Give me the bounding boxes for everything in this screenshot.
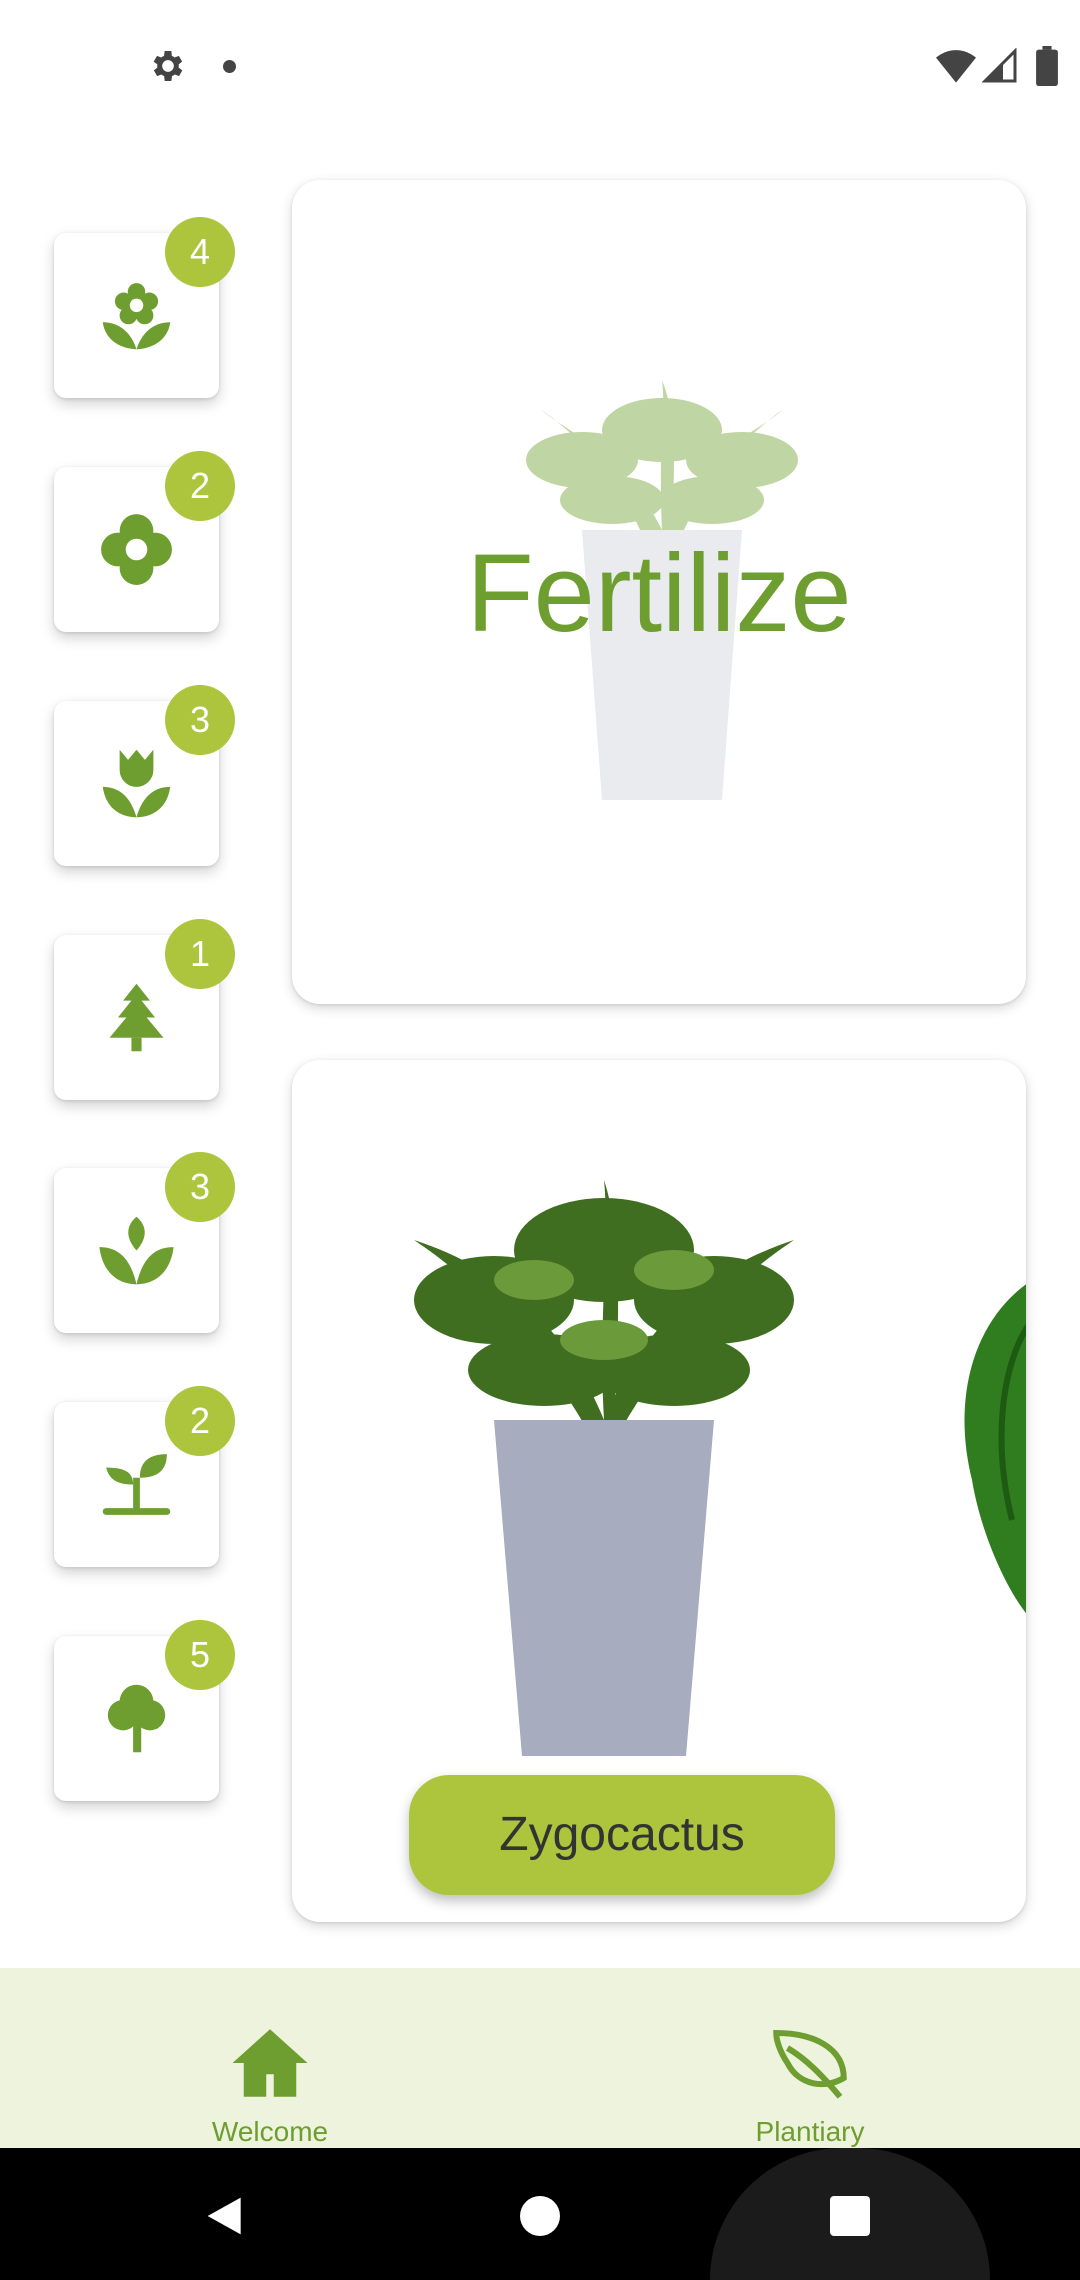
- category-count-badge: 3: [165, 1152, 235, 1222]
- nav-label-plantiary: Plantiary: [755, 2116, 865, 2147]
- potted-plant-image: [414, 1180, 794, 1756]
- leaf-icon: [773, 2029, 847, 2099]
- nav-item-plantiary[interactable]: Plantiary: [540, 1968, 1080, 2148]
- category-item-seedling[interactable]: 2: [54, 1386, 235, 1567]
- category-item-pine[interactable]: 1: [54, 919, 235, 1100]
- plant-card[interactable]: Zygocactus: [292, 1060, 1026, 1922]
- bottom-navigation: Welcome Plantiary: [0, 1968, 1080, 2148]
- category-count-badge: 2: [165, 1386, 235, 1456]
- nav-label-welcome: Welcome: [211, 2116, 329, 2147]
- category-item-four-petal[interactable]: 2: [54, 451, 235, 632]
- wifi-icon: [936, 50, 976, 83]
- plant-name-button[interactable]: Zygocactus: [409, 1775, 835, 1895]
- four-petal-flower-icon: [101, 514, 172, 585]
- category-count-badge: 2: [165, 451, 235, 521]
- home-icon: [232, 2029, 308, 2097]
- category-item-flower[interactable]: 4: [54, 217, 235, 398]
- category-item-tree[interactable]: 5: [54, 1620, 235, 1801]
- home-circle-icon[interactable]: [520, 2196, 560, 2236]
- battery-icon: [1036, 46, 1058, 86]
- leaf-plant-partial-image: [964, 1284, 1026, 1614]
- fertilize-label: Fertilize: [466, 532, 852, 655]
- status-bar: [0, 0, 1080, 130]
- category-item-sprout-leaves[interactable]: 3: [54, 1152, 235, 1333]
- recents-icon[interactable]: [830, 2196, 870, 2236]
- category-count-badge: 3: [165, 685, 235, 755]
- tulip-icon: [102, 749, 171, 818]
- back-icon[interactable]: [204, 2194, 248, 2238]
- sprout-leaves-icon: [99, 1216, 174, 1285]
- nav-item-welcome[interactable]: Welcome: [0, 1968, 540, 2148]
- fertilize-card[interactable]: Fertilize: [292, 180, 1026, 1004]
- category-count-badge: 5: [165, 1620, 235, 1690]
- gear-icon: [153, 51, 183, 81]
- tree-icon: [107, 1684, 166, 1753]
- seedling-icon: [102, 1454, 171, 1515]
- signal-icon: [982, 48, 1017, 83]
- category-item-tulip[interactable]: 3: [54, 685, 235, 866]
- pine-tree-icon: [109, 983, 164, 1052]
- system-navigation-bar: [0, 2148, 1080, 2280]
- category-count-badge: 1: [165, 919, 235, 989]
- notification-dot-icon: [223, 60, 236, 73]
- flower-icon: [102, 283, 171, 350]
- category-count-badge: 4: [165, 217, 235, 287]
